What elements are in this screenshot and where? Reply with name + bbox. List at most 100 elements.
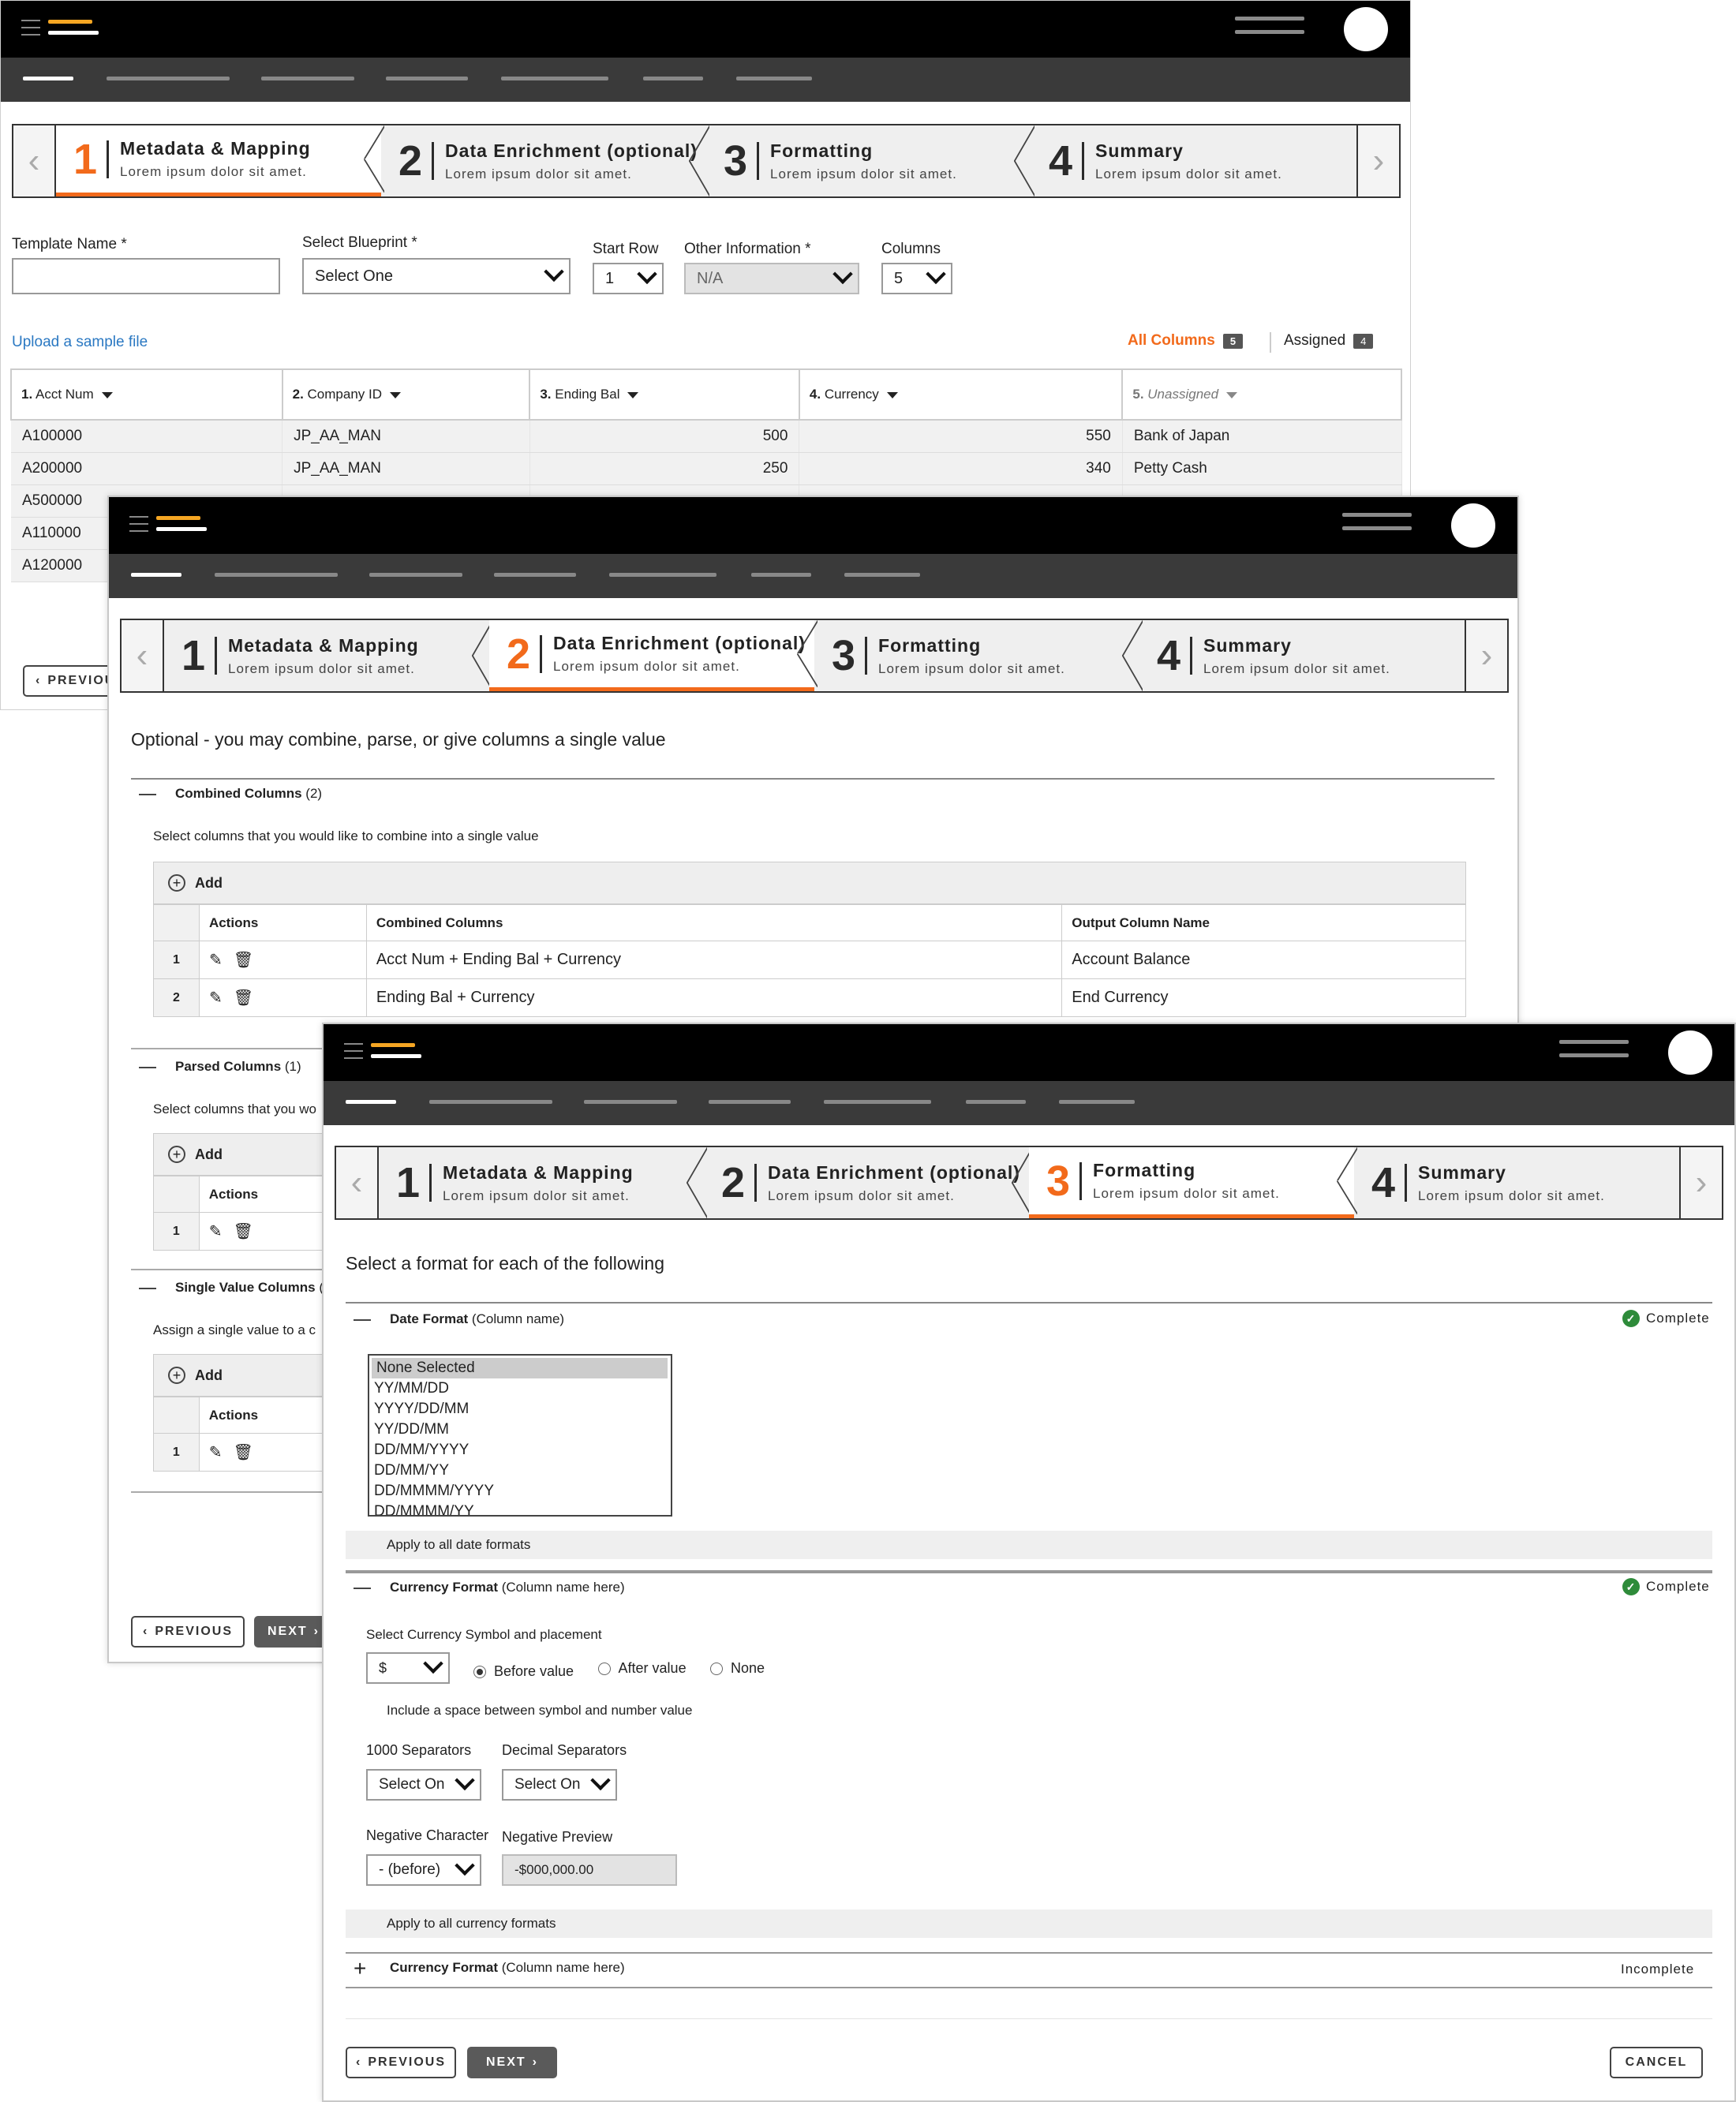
column-header-ending-bal[interactable]: 3. Ending Bal bbox=[529, 368, 800, 421]
list-option[interactable]: DD/MM/YY bbox=[369, 1461, 671, 1481]
trash-icon[interactable]: 🗑 bbox=[234, 1221, 253, 1241]
nav-item[interactable] bbox=[824, 1100, 931, 1104]
cancel-button[interactable]: CANCEL bbox=[1610, 2047, 1703, 2078]
collapse-icon[interactable] bbox=[139, 793, 156, 795]
nav-item[interactable] bbox=[107, 77, 230, 80]
nav-item[interactable] bbox=[844, 573, 920, 577]
combined-columns-header[interactable]: Combined Columns (2) bbox=[139, 786, 322, 802]
stepper-prev-arrow-icon[interactable]: ‹ bbox=[122, 620, 164, 691]
blueprint-select[interactable]: Select One bbox=[302, 258, 571, 294]
decimal-separators-select[interactable]: Select On bbox=[502, 1769, 617, 1801]
list-option[interactable]: YY/DD/MM bbox=[369, 1419, 671, 1440]
pencil-icon[interactable]: ✎ bbox=[209, 1442, 223, 1462]
avatar[interactable] bbox=[1344, 7, 1388, 51]
step-2[interactable]: 2 Data Enrichment (optional) Lorem ipsum d… bbox=[489, 620, 817, 691]
avatar[interactable] bbox=[1451, 503, 1495, 548]
trash-icon[interactable]: 🗑 bbox=[234, 988, 253, 1008]
apply-all-dates[interactable]: Apply to all date formats bbox=[346, 1531, 1712, 1559]
currency-format-header[interactable]: Currency Format (Column name here) bbox=[354, 1580, 625, 1595]
stepper-next-arrow-icon[interactable]: › bbox=[1356, 125, 1399, 196]
nav-item[interactable] bbox=[1059, 1100, 1135, 1104]
step-1[interactable]: 1 Metadata & Mapping Lorem ipsum dolor sit… bbox=[164, 620, 492, 691]
pencil-icon[interactable]: ✎ bbox=[209, 988, 223, 1008]
step-1[interactable]: 1 Metadata & Mapping Lorem ipsum dolor sit… bbox=[379, 1147, 707, 1218]
previous-button[interactable]: ‹ PREVIOUS bbox=[346, 2047, 456, 2078]
nav-item-active[interactable] bbox=[346, 1100, 396, 1104]
stepper-prev-arrow-icon[interactable]: ‹ bbox=[13, 125, 56, 196]
collapse-icon[interactable] bbox=[139, 1066, 156, 1068]
thousand-separators-select[interactable]: Select On bbox=[366, 1769, 481, 1801]
step-2[interactable]: 2 Data Enrichment (optional) Lorem ipsum d… bbox=[381, 125, 709, 196]
columns-select[interactable]: 5 bbox=[881, 263, 952, 294]
trash-icon[interactable]: 🗑 bbox=[234, 1442, 253, 1462]
assigned-tab[interactable]: Assigned 4 bbox=[1284, 332, 1374, 350]
nav-item[interactable] bbox=[709, 1100, 791, 1104]
step-3[interactable]: 3 Formatting Lorem ipsum dolor sit amet. bbox=[814, 620, 1143, 691]
column-header-acct-num[interactable]: 1. Acct Num bbox=[10, 368, 283, 421]
stepper-next-arrow-icon[interactable]: › bbox=[1679, 1147, 1722, 1218]
radio-after-value[interactable]: After value bbox=[597, 1660, 687, 1677]
date-format-listbox[interactable]: None Selected YY/MM/DD YYYY/DD/MM YY/DD/… bbox=[368, 1354, 672, 1517]
expand-plus-icon[interactable]: + bbox=[354, 1957, 371, 1979]
step-3[interactable]: 3 Formatting Lorem ipsum dolor sit amet. bbox=[706, 125, 1034, 196]
nav-item[interactable] bbox=[966, 1100, 1026, 1104]
space-note[interactable]: Include a space between symbol and numbe… bbox=[387, 1703, 692, 1719]
nav-item[interactable] bbox=[751, 573, 811, 577]
currency-symbol-select[interactable]: $ bbox=[366, 1652, 450, 1684]
trash-icon[interactable]: 🗑 bbox=[234, 950, 253, 970]
parsed-columns-header[interactable]: Parsed Columns (1) bbox=[139, 1059, 301, 1075]
nav-item[interactable] bbox=[261, 77, 354, 80]
next-button[interactable]: NEXT › bbox=[254, 1616, 333, 1648]
avatar[interactable] bbox=[1668, 1030, 1712, 1075]
all-columns-tab[interactable]: All Columns 5 bbox=[1128, 332, 1244, 350]
collapse-icon[interactable] bbox=[354, 1318, 371, 1321]
column-header-currency[interactable]: 4. Currency bbox=[798, 368, 1124, 421]
step-3[interactable]: 3 Formatting Lorem ipsum dolor sit amet. bbox=[1029, 1147, 1357, 1218]
step-2[interactable]: 2 Data Enrichment (optional) Lorem ipsum d… bbox=[704, 1147, 1032, 1218]
add-combined-button[interactable]: + Add bbox=[153, 862, 1466, 904]
next-button[interactable]: NEXT › bbox=[467, 2047, 557, 2078]
nav-item[interactable] bbox=[369, 573, 462, 577]
column-header-unassigned[interactable]: 5. Unassigned bbox=[1121, 368, 1402, 421]
hamburger-menu-icon[interactable] bbox=[344, 1043, 363, 1064]
list-option[interactable]: None Selected bbox=[372, 1358, 668, 1378]
step-1[interactable]: 1 Metadata & Mapping Lorem ipsum dolor sit… bbox=[56, 125, 384, 196]
upload-sample-link[interactable]: Upload a sample file bbox=[12, 334, 148, 351]
list-option[interactable]: DD/MMMM/YYYY bbox=[369, 1481, 671, 1502]
nav-item[interactable] bbox=[386, 77, 468, 80]
template-name-input[interactable] bbox=[12, 258, 280, 294]
list-option[interactable]: DD/MMMM/YY bbox=[369, 1502, 671, 1515]
hamburger-menu-icon[interactable] bbox=[129, 516, 148, 537]
list-option[interactable]: YY/MM/DD bbox=[369, 1378, 671, 1399]
nav-item[interactable] bbox=[643, 77, 703, 80]
currency-format-2-header[interactable]: + Currency Format (Column name here) bbox=[354, 1957, 625, 1979]
step-4[interactable]: 4 Summary Lorem ipsum dolor sit amet. bbox=[1031, 125, 1356, 196]
list-option[interactable]: YYYY/DD/MM bbox=[369, 1399, 671, 1419]
nav-item[interactable] bbox=[501, 77, 608, 80]
nav-item[interactable] bbox=[609, 573, 716, 577]
stepper-prev-arrow-icon[interactable]: ‹ bbox=[336, 1147, 379, 1218]
nav-item-active[interactable] bbox=[131, 573, 181, 577]
radio-none[interactable]: None bbox=[710, 1660, 765, 1677]
column-header-company-id[interactable]: 2. Company ID bbox=[281, 368, 531, 421]
hamburger-menu-icon[interactable] bbox=[21, 20, 40, 41]
nav-item[interactable] bbox=[584, 1100, 677, 1104]
radio-before-value[interactable]: Before value bbox=[473, 1663, 574, 1680]
step-4[interactable]: 4 Summary Lorem ipsum dolor sit amet. bbox=[1354, 1147, 1679, 1218]
start-row-select[interactable]: 1 bbox=[593, 263, 664, 294]
negative-character-select[interactable]: - (before) bbox=[366, 1854, 481, 1886]
apply-all-currency[interactable]: Apply to all currency formats bbox=[346, 1909, 1712, 1938]
previous-button[interactable]: ‹ PREVIOUS bbox=[131, 1616, 245, 1648]
pencil-icon[interactable]: ✎ bbox=[209, 1221, 223, 1241]
nav-item[interactable] bbox=[429, 1100, 552, 1104]
date-format-header[interactable]: Date Format (Column name) bbox=[354, 1311, 564, 1327]
stepper-next-arrow-icon[interactable]: › bbox=[1465, 620, 1507, 691]
collapse-icon[interactable] bbox=[354, 1587, 371, 1589]
nav-item[interactable] bbox=[736, 77, 812, 80]
list-option[interactable]: DD/MM/YYYY bbox=[369, 1440, 671, 1461]
nav-item[interactable] bbox=[494, 573, 576, 577]
nav-item-active[interactable] bbox=[23, 77, 73, 80]
pencil-icon[interactable]: ✎ bbox=[209, 950, 223, 970]
collapse-icon[interactable] bbox=[139, 1287, 156, 1289]
step-4[interactable]: 4 Summary Lorem ipsum dolor sit amet. bbox=[1139, 620, 1465, 691]
